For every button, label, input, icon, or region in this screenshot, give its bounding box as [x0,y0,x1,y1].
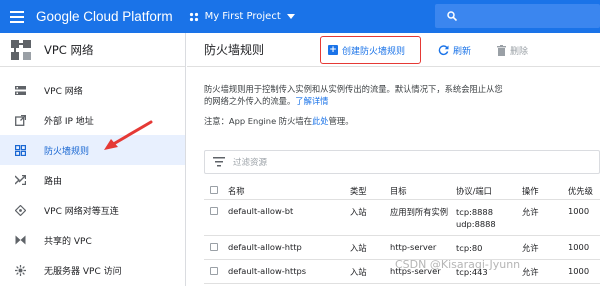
menu-button[interactable] [0,0,33,33]
note-prefix: 注意：App Engine 防火墙在 [204,116,312,126]
rule-name[interactable]: default-allow-http [228,242,302,252]
select-all-checkbox[interactable] [210,186,218,194]
sidebar-item-routes[interactable]: 路由 [0,165,185,195]
rule-name[interactable]: default-allow-bt [228,206,293,216]
rule-name[interactable]: default-allow-https [228,266,306,276]
firewall-icon [14,144,26,156]
sidebar-item-peering[interactable]: VPC 网络对等互连 [0,195,185,225]
column-header-protocol[interactable]: 协议/端口 [456,185,492,197]
caret-down-icon [286,14,295,19]
sidebar-item-shared-vpc[interactable]: 共享的 VPC [0,225,185,255]
filter-list-icon [213,157,225,167]
project-hexagon-icon [189,12,198,21]
sidebar-header: VPC 网络 [0,33,185,67]
refresh-button[interactable]: 刷新 [438,33,471,67]
rule-type: 入站 [350,207,367,217]
table-row: default-allow-http 入站 http-server tcp:80… [204,236,600,260]
rule-protocol-line: tcp:8888 [456,207,493,217]
watermark: CSDN @Kisaragi-Jyunn [395,258,521,271]
external-ip-icon [14,114,26,126]
app-engine-note: 注意：App Engine 防火墙在此处管理。 [204,115,354,127]
rule-priority: 1000 [568,206,590,216]
project-name: My First Project [204,11,281,22]
menu-icon [9,10,24,23]
note-link[interactable]: 此处 [312,116,329,126]
top-app-bar: Google Cloud Platform My First Project [0,0,600,33]
sidebar-item-label: 外部 IP 地址 [44,116,94,127]
vpc-network-product-icon [11,39,31,60]
serverless-vpc-icon [14,264,26,276]
sidebar-item-label: VPC 网络 [44,86,83,97]
rule-action: 允许 [522,267,539,277]
filter-placeholder: 过滤资源 [233,158,268,168]
create-button-label: 创建防火墙规则 [342,46,406,57]
annotation-arrow [104,120,153,150]
column-header-name[interactable]: 名称 [228,185,245,197]
rule-target: 应用到所有实例 [390,207,449,217]
sidebar-item-label: 路由 [44,176,63,187]
shared-vpc-icon [14,234,26,246]
sidebar-title: VPC 网络 [44,42,94,57]
learn-more-link[interactable]: 了解详情 [295,96,328,106]
table-row: default-allow-bt 入站 应用到所有实例 tcp:8888 udp:… [204,200,600,236]
column-header-target[interactable]: 目标 [390,185,407,197]
rule-priority: 1000 [568,242,590,252]
column-header-priority[interactable]: 优先级 [568,185,593,197]
routes-icon [14,174,26,186]
rule-protocol: tcp:8888 udp:8888 [456,206,496,230]
table-header-row: 名称 类型 目标 协议/端口 操作 优先级 [204,181,600,200]
main-content: 防火墙规则 + 创建防火墙规则 刷新 删除 防火墙规则用于控制传入实例和从实例传… [187,33,600,286]
row-checkbox[interactable] [210,207,218,215]
rule-protocol-line: udp:8888 [456,219,496,229]
description-line-2: 的网络之外传入的流量。 [204,96,296,106]
page-description: 防火墙规则用于控制传入实例和从实例传出的流量。默认情况下，系统会阻止从您 的网络… [204,83,584,107]
sidebar-item-label: VPC 网络对等互连 [44,206,119,217]
project-selector[interactable]: My First Project [189,11,295,22]
rule-action: 允许 [522,243,539,253]
rule-type: 入站 [350,267,367,277]
rule-target: http-server [390,242,437,252]
sidebar-item-external-ip[interactable]: 外部 IP 地址 [0,105,185,135]
search-icon [447,11,457,21]
sidebar: VPC 网络 VPC 网络 外部 IP 地址 防火墙规则 路由 VPC 网络对等… [0,33,186,286]
rule-protocol: tcp:80 [456,243,483,253]
search-bar[interactable] [435,4,600,28]
sidebar-item-vpc-network[interactable]: VPC 网络 [0,75,185,105]
trash-icon [497,44,506,56]
description-line-1: 防火墙规则用于控制传入实例和从实例传出的流量。默认情况下，系统会阻止从您 [204,84,503,94]
delete-button[interactable]: 删除 [497,33,528,67]
column-header-action[interactable]: 操作 [522,185,539,197]
add-box-icon: + [328,44,338,55]
row-checkbox[interactable] [210,243,218,251]
refresh-icon [438,44,449,55]
peering-icon [14,204,26,216]
refresh-label: 刷新 [453,46,472,57]
sidebar-item-serverless-vpc[interactable]: 无服务器 VPC 访问 [0,255,185,285]
column-header-type[interactable]: 类型 [350,185,367,197]
rule-priority: 1000 [568,266,590,276]
row-checkbox[interactable] [210,267,218,275]
sidebar-item-firewall[interactable]: 防火墙规则 [0,135,185,165]
brand-title[interactable]: Google Cloud Platform [36,9,173,24]
delete-label: 删除 [510,46,529,57]
page-header: 防火墙规则 + 创建防火墙规则 刷新 删除 [187,33,600,67]
rule-type: 入站 [350,243,367,253]
vpc-network-icon [14,84,26,96]
filter-bar[interactable]: 过滤资源 [204,150,600,174]
sidebar-item-label: 防火墙规则 [44,146,90,157]
sidebar-item-label: 无服务器 VPC 访问 [44,266,122,277]
sidebar-item-label: 共享的 VPC [44,236,92,247]
create-firewall-rule-button[interactable]: + 创建防火墙规则 [320,36,421,64]
rule-action: 允许 [522,207,539,217]
page-title: 防火墙规则 [204,43,265,57]
note-suffix: 管理。 [328,116,354,126]
